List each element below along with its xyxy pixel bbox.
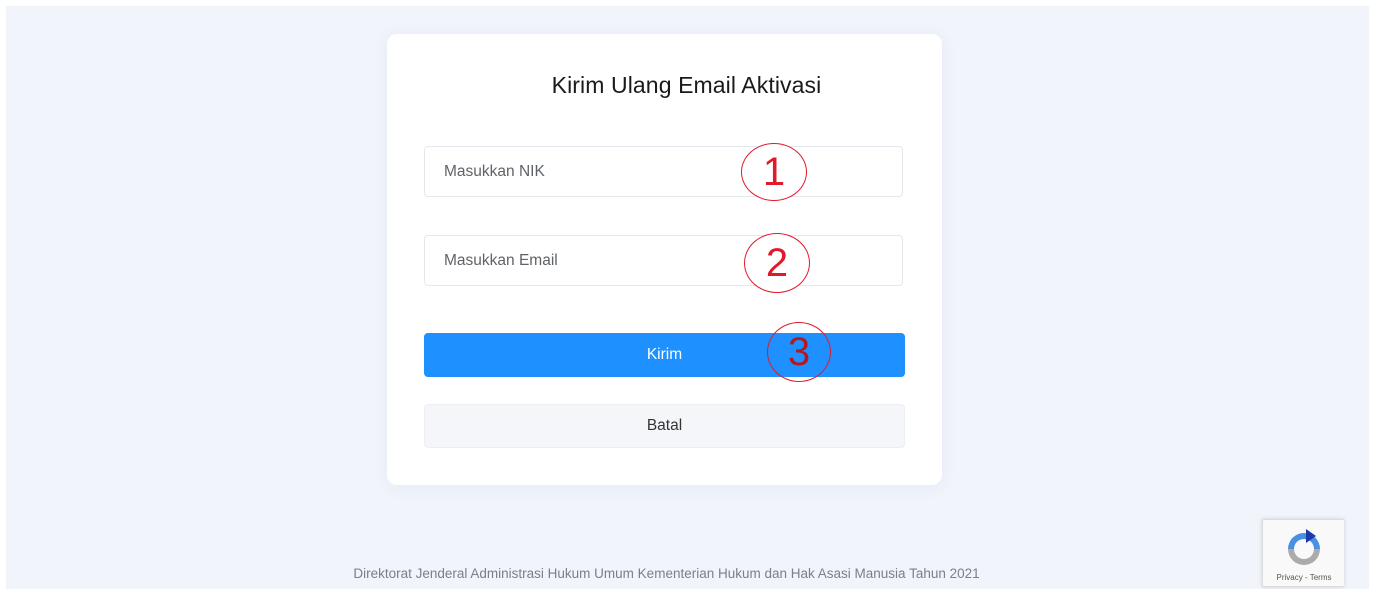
footer-text: Direktorat Jenderal Administrasi Hukum U…: [353, 566, 980, 581]
annotation-gap: [684, 197, 736, 200]
recaptcha-privacy-terms[interactable]: Privacy - Terms: [1263, 573, 1345, 582]
cancel-button[interactable]: Batal: [424, 404, 905, 448]
email-input[interactable]: [424, 235, 903, 286]
recaptcha-badge[interactable]: Privacy - Terms: [1262, 519, 1344, 587]
annotation-marker-2: 2: [744, 233, 810, 293]
annotation-marker-3: 3: [767, 322, 831, 382]
submit-button[interactable]: Kirim: [424, 333, 905, 377]
page-title: Kirim Ulang Email Aktivasi: [551, 72, 822, 98]
nik-input[interactable]: [424, 146, 903, 197]
annotation-marker-1: 1: [741, 143, 807, 201]
recaptcha-icon: [1288, 529, 1320, 565]
